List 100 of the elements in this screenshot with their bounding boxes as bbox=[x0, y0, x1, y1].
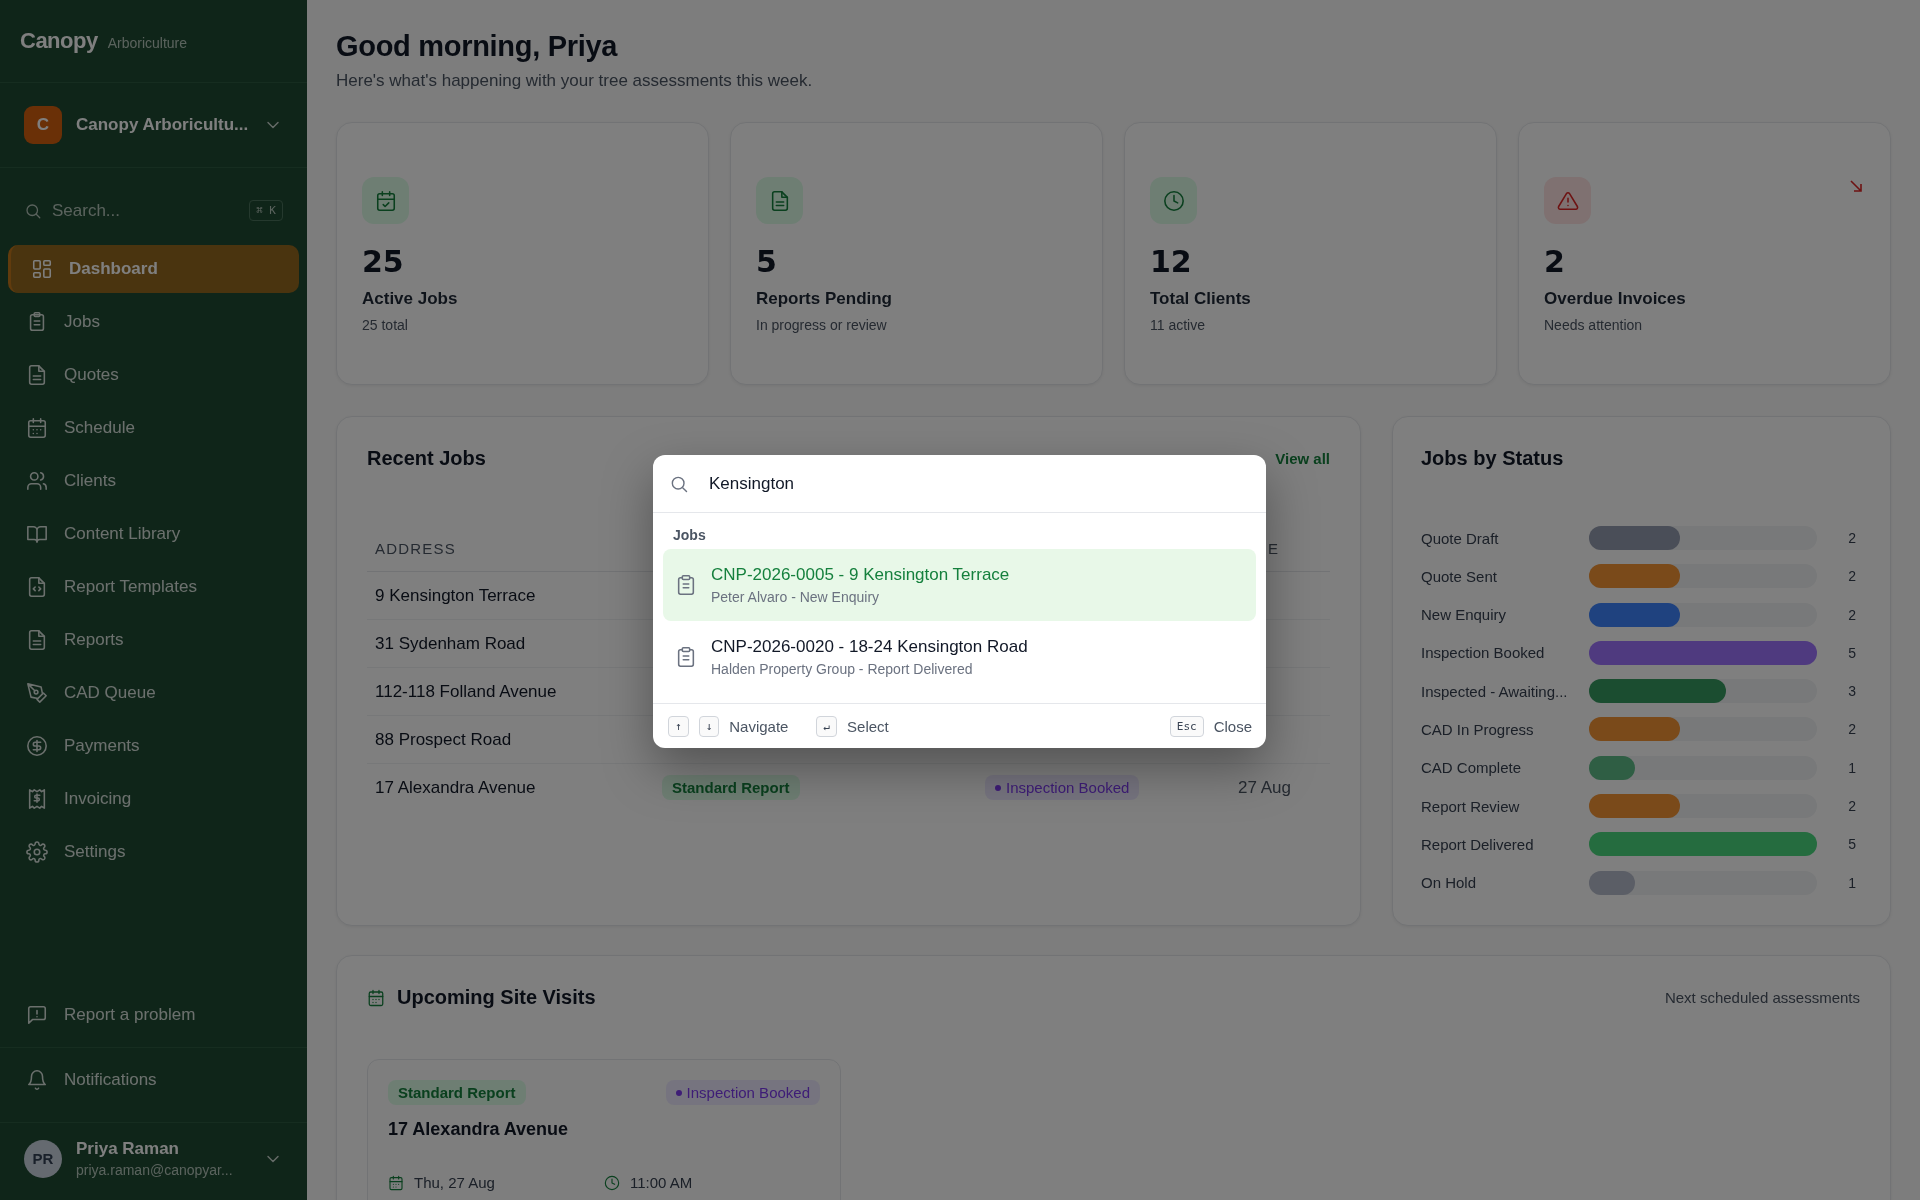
nav-item[interactable]: Invoicing bbox=[8, 775, 299, 823]
view-all-link[interactable]: View all bbox=[1275, 450, 1330, 467]
status-label: Quote Sent bbox=[1421, 567, 1498, 585]
dollar-circle-icon bbox=[26, 735, 48, 757]
status-count: 2 bbox=[1847, 798, 1857, 815]
stat-value: 2 bbox=[1544, 244, 1566, 279]
pen-tool-icon bbox=[26, 682, 48, 704]
org-avatar: C bbox=[24, 106, 62, 144]
visit-time: 11:00 AM bbox=[630, 1174, 693, 1191]
stat-value: 5 bbox=[756, 244, 778, 279]
org-name[interactable]: Canopy Arboricultu... bbox=[76, 115, 249, 135]
clock-icon bbox=[604, 1174, 620, 1191]
sidebar-link[interactable]: Report a problem bbox=[64, 1005, 196, 1025]
address-cell: 88 Prospect Road bbox=[375, 729, 512, 750]
nav-item[interactable]: Payments bbox=[8, 722, 299, 770]
status-label: New Enquiry bbox=[1421, 606, 1508, 624]
clipboard-icon bbox=[675, 646, 697, 668]
search-result[interactable]: CNP-2026-0020 - 18-24 Kensington Road Halden Property Group - Report Delivered bbox=[663, 621, 1256, 693]
status-count: 3 bbox=[1847, 683, 1857, 700]
status-label: On Hold bbox=[1421, 874, 1478, 892]
settings-icon bbox=[26, 841, 48, 863]
nav-item[interactable]: CAD Queue bbox=[8, 669, 299, 717]
search-result[interactable]: CNP-2026-0005 - 9 Kensington Terrace Peter Alvaro - New Enquiry bbox=[663, 549, 1256, 621]
stat-note: Needs attention bbox=[1544, 317, 1644, 333]
status-count: 2 bbox=[1847, 606, 1857, 623]
warning-icon bbox=[1556, 189, 1579, 212]
document-icon bbox=[26, 364, 48, 386]
card-title: Jobs by Status bbox=[1421, 447, 1565, 470]
user-email: priya.raman@canopyar... bbox=[76, 1162, 234, 1178]
status-count: 1 bbox=[1847, 759, 1857, 776]
clipboard-icon bbox=[675, 574, 697, 596]
nav-item[interactable]: Quotes bbox=[8, 351, 299, 399]
nav-item[interactable]: Jobs bbox=[8, 298, 299, 346]
card-title: Upcoming Site Visits bbox=[397, 986, 597, 1009]
sidebar-link[interactable]: Notifications bbox=[64, 1070, 157, 1090]
nav-item[interactable]: Content Library bbox=[8, 510, 299, 558]
nav-item[interactable]: Clients bbox=[8, 457, 299, 505]
key-hint: ↑ bbox=[668, 715, 689, 737]
stat-value: 25 bbox=[362, 244, 405, 279]
nav-item[interactable]: Dashboard bbox=[8, 245, 299, 293]
card-title: Recent Jobs bbox=[367, 447, 486, 470]
hint-label: Navigate bbox=[729, 717, 789, 735]
visit-card[interactable]: Standard Report Inspection Booked 17 Alexandra Avenue Thu, 27 Aug 11:00 AM bbox=[367, 1059, 841, 1200]
type-tag: Standard Report bbox=[662, 775, 800, 800]
code-file-icon bbox=[26, 576, 48, 598]
status-label: Inspection Booked bbox=[1421, 644, 1546, 662]
status-label: CAD Complete bbox=[1421, 759, 1523, 777]
stat-note: 11 active bbox=[1150, 317, 1206, 333]
arrow-down-right-icon bbox=[1848, 178, 1864, 194]
stat-label: Overdue Invoices bbox=[1544, 289, 1687, 309]
card-note: Next scheduled assessments bbox=[1664, 989, 1860, 1006]
status-label: Inspected - Awaiting... bbox=[1421, 682, 1569, 700]
user-avatar: PR bbox=[24, 1139, 62, 1178]
stat-note: In progress or review bbox=[756, 317, 888, 333]
nav-item[interactable]: Report Templates bbox=[8, 563, 299, 611]
visit-date: Thu, 27 Aug bbox=[414, 1174, 495, 1191]
brand-subtitle: Arboriculture bbox=[107, 35, 188, 51]
report-icon bbox=[26, 1004, 48, 1026]
status-label: CAD In Progress bbox=[1421, 721, 1535, 738]
people-icon bbox=[26, 470, 48, 492]
page-subtitle: Here's what's happening with your tree assessments this week. bbox=[336, 71, 814, 91]
calendar-check-icon bbox=[374, 189, 397, 212]
nav-item[interactable]: Reports bbox=[8, 616, 299, 664]
visit-address: 17 Alexandra Avenue bbox=[388, 1119, 570, 1140]
column-header: E bbox=[1268, 540, 1280, 557]
status-tag: Inspection Booked bbox=[985, 775, 1140, 800]
group-label: Jobs bbox=[672, 526, 707, 545]
user-name: Priya Raman bbox=[76, 1139, 180, 1159]
key-hint: ↵ bbox=[816, 715, 838, 737]
status-count: 2 bbox=[1847, 530, 1857, 546]
receipt-icon bbox=[26, 788, 48, 810]
address-cell: 17 Alexandra Avenue bbox=[375, 777, 536, 798]
search-icon bbox=[24, 201, 42, 220]
status-count: 1 bbox=[1847, 874, 1857, 891]
address-cell: 31 Sydenham Road bbox=[375, 633, 526, 654]
document-icon bbox=[26, 629, 48, 651]
book-icon bbox=[26, 523, 48, 545]
status-tag: Inspection Booked bbox=[665, 1080, 820, 1105]
status-count: 2 bbox=[1847, 721, 1857, 738]
hint-label: Select bbox=[847, 717, 889, 735]
shortcut-key: ⌘ K bbox=[249, 200, 283, 221]
stat-label: Reports Pending bbox=[756, 289, 893, 309]
key-hint: Esc bbox=[1169, 715, 1204, 737]
key-hint: ↓ bbox=[698, 715, 720, 737]
stat-value: 12 bbox=[1150, 244, 1193, 279]
calendar-icon bbox=[388, 1174, 404, 1191]
address-cell: 112-118 Folland Avenue bbox=[375, 681, 557, 702]
stat-label: Active Jobs bbox=[362, 289, 459, 309]
status-label: Report Review bbox=[1421, 797, 1521, 815]
nav-item[interactable]: Settings bbox=[8, 828, 299, 876]
status-label: Quote Draft bbox=[1421, 529, 1500, 547]
stat-note: 25 total bbox=[362, 317, 409, 333]
calendar-icon bbox=[26, 417, 48, 439]
dashboard-icon bbox=[31, 258, 53, 280]
close-label[interactable]: Close bbox=[1213, 717, 1252, 735]
search-input[interactable]: Kensington bbox=[709, 463, 1250, 504]
nav-item[interactable]: Schedule bbox=[8, 404, 299, 452]
type-tag: Standard Report bbox=[388, 1080, 526, 1105]
clock-icon bbox=[1162, 189, 1185, 212]
search-field[interactable]: Search... bbox=[52, 200, 240, 221]
